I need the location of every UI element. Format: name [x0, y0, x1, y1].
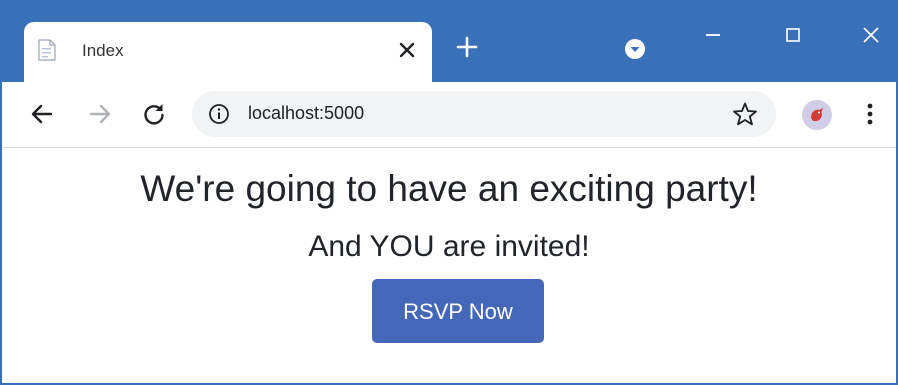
- title-bar: Index: [2, 2, 896, 82]
- close-icon[interactable]: [394, 37, 420, 63]
- minimize-icon[interactable]: [698, 20, 728, 50]
- browser-window: Index localhost:5000 We're going to have…: [0, 0, 898, 385]
- browser-toolbar: localhost:5000: [2, 82, 896, 148]
- page-subtitle: And YOU are invited!: [308, 230, 590, 263]
- info-icon[interactable]: [208, 103, 230, 125]
- star-icon[interactable]: [732, 101, 758, 127]
- maximize-icon[interactable]: [778, 20, 808, 50]
- chevron-down-icon[interactable]: [624, 38, 646, 60]
- reload-icon[interactable]: [140, 100, 168, 128]
- rsvp-button[interactable]: RSVP Now: [372, 279, 544, 343]
- url-text[interactable]: localhost:5000: [248, 103, 364, 124]
- arrow-left-icon[interactable]: [28, 100, 56, 128]
- avatar[interactable]: [802, 100, 832, 130]
- page-content: We're going to have an exciting party! A…: [2, 148, 896, 383]
- tab-index[interactable]: Index: [24, 22, 432, 82]
- tab-title: Index: [82, 41, 124, 60]
- kebab-menu-icon[interactable]: [862, 100, 878, 128]
- arrow-right-icon[interactable]: [86, 100, 114, 128]
- profile-bird-icon: [811, 108, 823, 121]
- plus-icon[interactable]: [454, 34, 480, 60]
- window-close-icon[interactable]: [856, 20, 886, 50]
- page-icon: [38, 39, 56, 61]
- page-title: We're going to have an exciting party!: [140, 168, 758, 209]
- address-bar[interactable]: localhost:5000: [192, 91, 776, 137]
